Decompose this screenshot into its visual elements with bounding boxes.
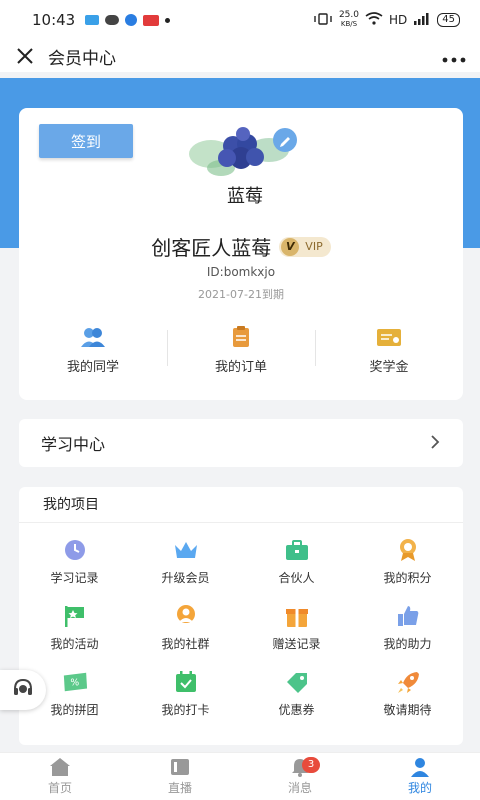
projects-title: 我的项目 [19, 487, 463, 523]
svg-text:%: % [70, 678, 79, 689]
tab-live[interactable]: 直播 [120, 753, 240, 800]
thumbs-up-icon [395, 605, 421, 627]
projects-card: 我的项目 学习记录 升级会员 合伙人 我的积分 我的活动 我的社群 赠送记录 我… [19, 487, 463, 745]
notification-icons [85, 14, 171, 26]
tab-label: 我的 [407, 781, 432, 795]
vip-v-icon: V [281, 237, 300, 256]
membership-expiry: 2021-07-21到期 [198, 288, 284, 301]
close-icon[interactable] [14, 45, 36, 67]
message-count-badge: 3 [302, 757, 320, 773]
browser-icon [125, 14, 138, 26]
project-label: 升级会员 [161, 571, 210, 585]
network-speed-unit: KB/S [340, 20, 358, 28]
project-label: 我的活动 [50, 637, 99, 651]
group-icon [173, 605, 199, 627]
profile-card: 签到 蓝莓 创客匠人蓝莓 V VIP ID:bomkxjo 2021-07-21… [19, 108, 463, 400]
vip-badge: V VIP [279, 236, 331, 257]
tab-home[interactable]: 首页 [0, 753, 120, 800]
medal-icon [395, 539, 421, 561]
rocket-icon [395, 671, 421, 693]
tab-label: 消息 [287, 781, 312, 795]
wechat-icon [105, 15, 120, 25]
project-study-record[interactable]: 学习记录 [19, 533, 130, 599]
app-notification-icon [85, 15, 100, 25]
bottom-tab-bar: 首页 直播 3 消息 我的 [0, 752, 480, 800]
edit-icon[interactable] [273, 128, 297, 152]
status-bar: 10:43 25.0 KB/S HD 45 [0, 0, 480, 40]
project-label: 赠送记录 [272, 637, 321, 651]
project-label: 我的积分 [383, 571, 432, 585]
calendar-check-icon [173, 671, 199, 693]
project-label: 我的社群 [161, 637, 210, 651]
project-label: 优惠券 [278, 703, 315, 717]
clock-icon [62, 539, 88, 561]
home-icon [49, 757, 71, 777]
customer-service-button[interactable] [0, 670, 46, 710]
checkin-button[interactable]: 签到 [39, 124, 133, 158]
status-right: 25.0 KB/S HD 45 [313, 11, 460, 29]
headset-icon [11, 676, 35, 704]
quick-link-scholarship[interactable]: 奖学金 [315, 326, 463, 375]
project-gift-record[interactable]: 赠送记录 [241, 599, 352, 665]
project-coupons[interactable]: 优惠券 [241, 665, 352, 731]
vip-label: VIP [305, 240, 323, 253]
page-title: 会员中心 [48, 48, 116, 69]
scholarship-icon [375, 326, 403, 348]
quick-link-label: 奖学金 [369, 360, 409, 375]
network-speed: 25.0 KB/S [339, 11, 359, 29]
quick-link-orders[interactable]: 我的订单 [167, 326, 315, 375]
classmates-icon [79, 326, 107, 348]
battery-indicator: 45 [437, 13, 460, 27]
project-label: 学习记录 [50, 571, 99, 585]
tab-messages[interactable]: 3 消息 [240, 753, 360, 800]
study-center-row[interactable]: 学习中心 [19, 419, 463, 467]
project-label: 我的助力 [383, 637, 432, 651]
project-partner[interactable]: 合伙人 [241, 533, 352, 599]
gift-icon [284, 605, 310, 627]
crown-icon [173, 539, 199, 561]
project-label: 我的打卡 [161, 703, 210, 717]
user-name: 创客匠人蓝莓 [151, 236, 272, 260]
live-icon [169, 757, 191, 777]
user-icon [409, 757, 431, 777]
dot-icon [165, 17, 171, 23]
project-label: 我的拼团 [50, 703, 99, 717]
tag-icon [284, 671, 310, 693]
avatar-text: 蓝莓 [227, 186, 263, 207]
news-icon [143, 14, 160, 26]
project-label: 合伙人 [278, 571, 315, 585]
project-my-checkin[interactable]: 我的打卡 [130, 665, 241, 731]
briefcase-icon [284, 539, 310, 561]
projects-grid: 学习记录 升级会员 合伙人 我的积分 我的活动 我的社群 赠送记录 我的助力 %… [19, 523, 463, 731]
chevron-right-icon [429, 431, 441, 455]
title-bar: 会员中心 [0, 40, 480, 72]
user-name-row: 创客匠人蓝莓 V VIP [19, 232, 463, 261]
status-time: 10:43 [32, 11, 76, 29]
project-upgrade-member[interactable]: 升级会员 [130, 533, 241, 599]
quick-links: 我的同学 我的订单 奖学金 [19, 326, 463, 375]
project-my-support[interactable]: 我的助力 [352, 599, 463, 665]
flag-icon [62, 605, 88, 627]
tab-label: 首页 [47, 781, 72, 795]
signal-icon [413, 12, 431, 28]
hd-label: HD [389, 13, 408, 27]
project-coming-soon[interactable]: 敬请期待 [352, 665, 463, 731]
tab-mine[interactable]: 我的 [360, 753, 480, 800]
quick-link-label: 我的同学 [66, 360, 119, 375]
discount-ticket-icon: % [62, 671, 88, 693]
orders-icon [227, 326, 255, 348]
quick-link-classmates[interactable]: 我的同学 [19, 326, 167, 375]
quick-link-label: 我的订单 [214, 360, 267, 375]
project-label: 敬请期待 [383, 703, 432, 717]
tab-label: 直播 [167, 781, 192, 795]
network-speed-value: 25.0 [338, 10, 359, 20]
more-options-icon[interactable] [442, 44, 466, 69]
project-my-activities[interactable]: 我的活动 [19, 599, 130, 665]
wifi-icon [365, 12, 383, 28]
project-my-points[interactable]: 我的积分 [352, 533, 463, 599]
vibrate-icon [313, 12, 333, 28]
user-id: ID:bomkxjo [206, 265, 276, 279]
study-center-title: 学习中心 [41, 435, 106, 454]
project-my-community[interactable]: 我的社群 [130, 599, 241, 665]
